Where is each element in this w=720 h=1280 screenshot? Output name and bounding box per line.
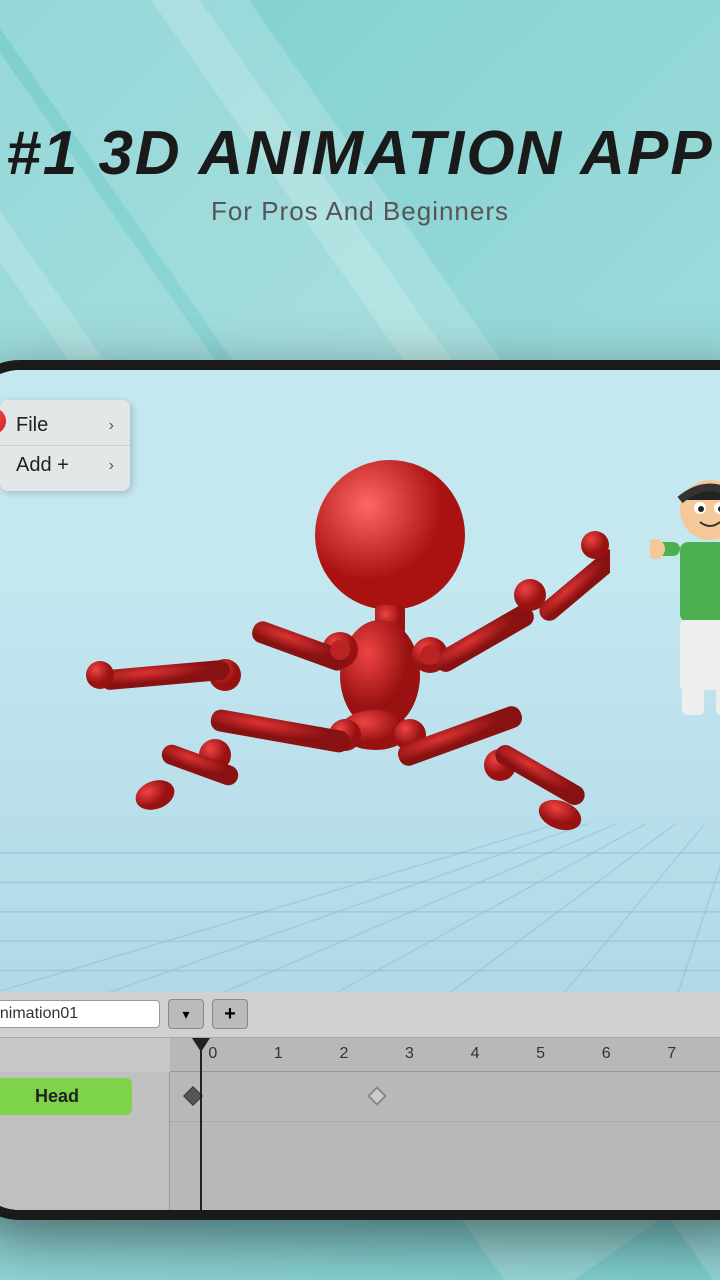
ruler-4: 4 xyxy=(442,1045,508,1063)
animation-name-bar: ▾ + xyxy=(0,992,720,1038)
ruler-1: 1 xyxy=(246,1045,312,1063)
timeline-bar: ▾ + 0 1 2 3 4 5 6 xyxy=(0,992,720,1210)
ruler-3: 3 xyxy=(377,1045,443,1063)
timeline-ruler: 0 1 2 3 4 5 6 7 8 xyxy=(170,1038,720,1072)
track-area: Head xyxy=(0,1072,720,1210)
add-label: Add + xyxy=(16,454,69,477)
context-menu: File › Add + › xyxy=(0,400,130,491)
dropdown-icon: ▾ xyxy=(182,1006,189,1023)
animation-dropdown-button[interactable]: ▾ xyxy=(168,999,204,1029)
ruler-0: 0 xyxy=(180,1045,246,1063)
playhead-indicator xyxy=(192,1038,210,1052)
stickman-figure xyxy=(50,370,610,1000)
right-character xyxy=(650,470,720,720)
app-title: #1 3D ANIMATION APP xyxy=(0,120,720,188)
animation-add-button[interactable]: + xyxy=(212,999,248,1029)
head-track-button[interactable]: Head xyxy=(0,1078,132,1115)
add-arrow: › xyxy=(109,457,114,475)
app-subtitle: For Pros And Beginners xyxy=(0,196,720,227)
ruler-numbers: 0 1 2 3 4 5 6 7 8 xyxy=(170,1045,720,1063)
track-content xyxy=(170,1072,720,1210)
device-screen: File › Add + › ▾ + xyxy=(0,370,720,1210)
file-label: File xyxy=(16,414,48,437)
head-track-label: Head xyxy=(0,1072,169,1122)
ruler-6: 6 xyxy=(573,1045,639,1063)
ruler-8: 8 xyxy=(705,1045,720,1063)
ruler-7: 7 xyxy=(639,1045,705,1063)
playhead[interactable] xyxy=(200,1038,202,1210)
device-frame: File › Add + › ▾ + xyxy=(0,360,720,1220)
add-icon: + xyxy=(224,1003,236,1026)
header-section: #1 3D ANIMATION APP For Pros And Beginne… xyxy=(0,120,720,227)
file-arrow: › xyxy=(109,417,114,435)
ruler-5: 5 xyxy=(508,1045,574,1063)
add-menu-item[interactable]: Add + › xyxy=(0,446,130,485)
ruler-2: 2 xyxy=(311,1045,377,1063)
head-track-row xyxy=(170,1072,720,1122)
file-menu-item[interactable]: File › xyxy=(0,406,130,446)
track-labels: Head xyxy=(0,1072,170,1210)
animation-name-input[interactable] xyxy=(0,1000,160,1028)
keyframe-5[interactable] xyxy=(367,1086,387,1106)
3d-viewport: File › Add + › xyxy=(0,370,720,1000)
